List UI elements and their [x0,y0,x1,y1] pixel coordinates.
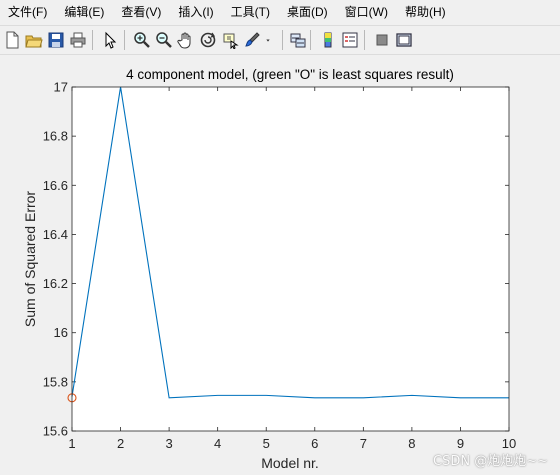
toolbar-separator [92,30,93,50]
watermark: CSDN @炮炮炮~~ [433,454,548,469]
x-tick-label: 1 [68,436,75,451]
x-tick-label: 2 [117,436,124,451]
y-tick-label: 15.6 [43,424,68,439]
show-plot-tools-icon[interactable] [394,30,414,50]
x-tick-label: 3 [165,436,172,451]
y-axis-label: Sum of Squared Error [22,191,38,328]
x-tick-label: 5 [263,436,270,451]
menu-item[interactable]: 工具(T) [223,0,279,24]
menu-item[interactable]: 文件(F) [0,0,56,24]
menu-item[interactable]: 插入(I) [170,0,222,24]
figure-canvas: 1 2 3 4 5 6 7 8 9 10 15.6 15.8 16 16.2 16.4 16.6 16.8 17 … [0,55,560,475]
colorbar-icon[interactable] [318,30,338,50]
menu-item[interactable]: 查看(V) [113,0,170,24]
pointer-icon[interactable] [100,30,120,50]
x-tick-label: 9 [457,436,464,451]
menu-bar: 文件(F) 编辑(E) 查看(V) 插入(I) 工具(T) 桌面(D) 窗口(W) 帮助(H) [0,0,560,24]
y-tick-label: 16.4 [43,227,68,242]
x-tick-label: 7 [360,436,367,451]
toolbar-separator [282,30,283,50]
x-tick-label: 10 [502,436,516,451]
x-tick-label: 6 [311,436,318,451]
axes-background [72,87,509,431]
brush-icon[interactable] [242,30,262,50]
link-plot-icon[interactable] [288,30,308,50]
data-cursor-icon[interactable] [220,30,240,50]
zoom-out-icon[interactable] [154,30,174,50]
toolbar [0,25,560,55]
menu-item[interactable]: 窗口(W) [337,0,397,24]
menu-item[interactable]: 帮助(H) [397,0,455,24]
toolbar-separator [124,30,125,50]
toolbar-separator [364,30,365,50]
y-tick-label: 16.2 [43,276,68,291]
menu-item[interactable]: 桌面(D) [279,0,337,24]
line-chart: 1 2 3 4 5 6 7 8 9 1015.615.81616.216.416.616.817 … [22,67,516,471]
y-tick-label: 16 [54,325,68,340]
y-tick-label: 17 [54,80,68,95]
y-tick-label: 15.8 [43,374,68,389]
print-icon[interactable] [68,30,88,50]
y-tick-label: 16.8 [43,129,68,144]
x-tick-label: 4 [214,436,221,451]
brush-dropdown-icon[interactable] [263,30,273,50]
menu-item[interactable]: 编辑(E) [56,0,113,24]
rotate-3d-icon[interactable] [198,30,218,50]
hide-plot-tools-icon[interactable] [372,30,392,50]
y-tick-label: 16.6 [43,178,68,193]
save-icon[interactable] [46,30,66,50]
pan-hand-icon[interactable] [176,30,196,50]
legend-icon[interactable] [340,30,360,50]
toolbar-separator [310,30,311,50]
open-folder-icon[interactable] [24,30,44,50]
chart-title: 4 component model, (green "O" is least s… [126,67,454,82]
zoom-in-icon[interactable] [132,30,152,50]
x-tick-label: 8 [408,436,415,451]
x-axis-label: Model nr. [261,455,319,471]
new-file-icon[interactable] [2,30,22,50]
